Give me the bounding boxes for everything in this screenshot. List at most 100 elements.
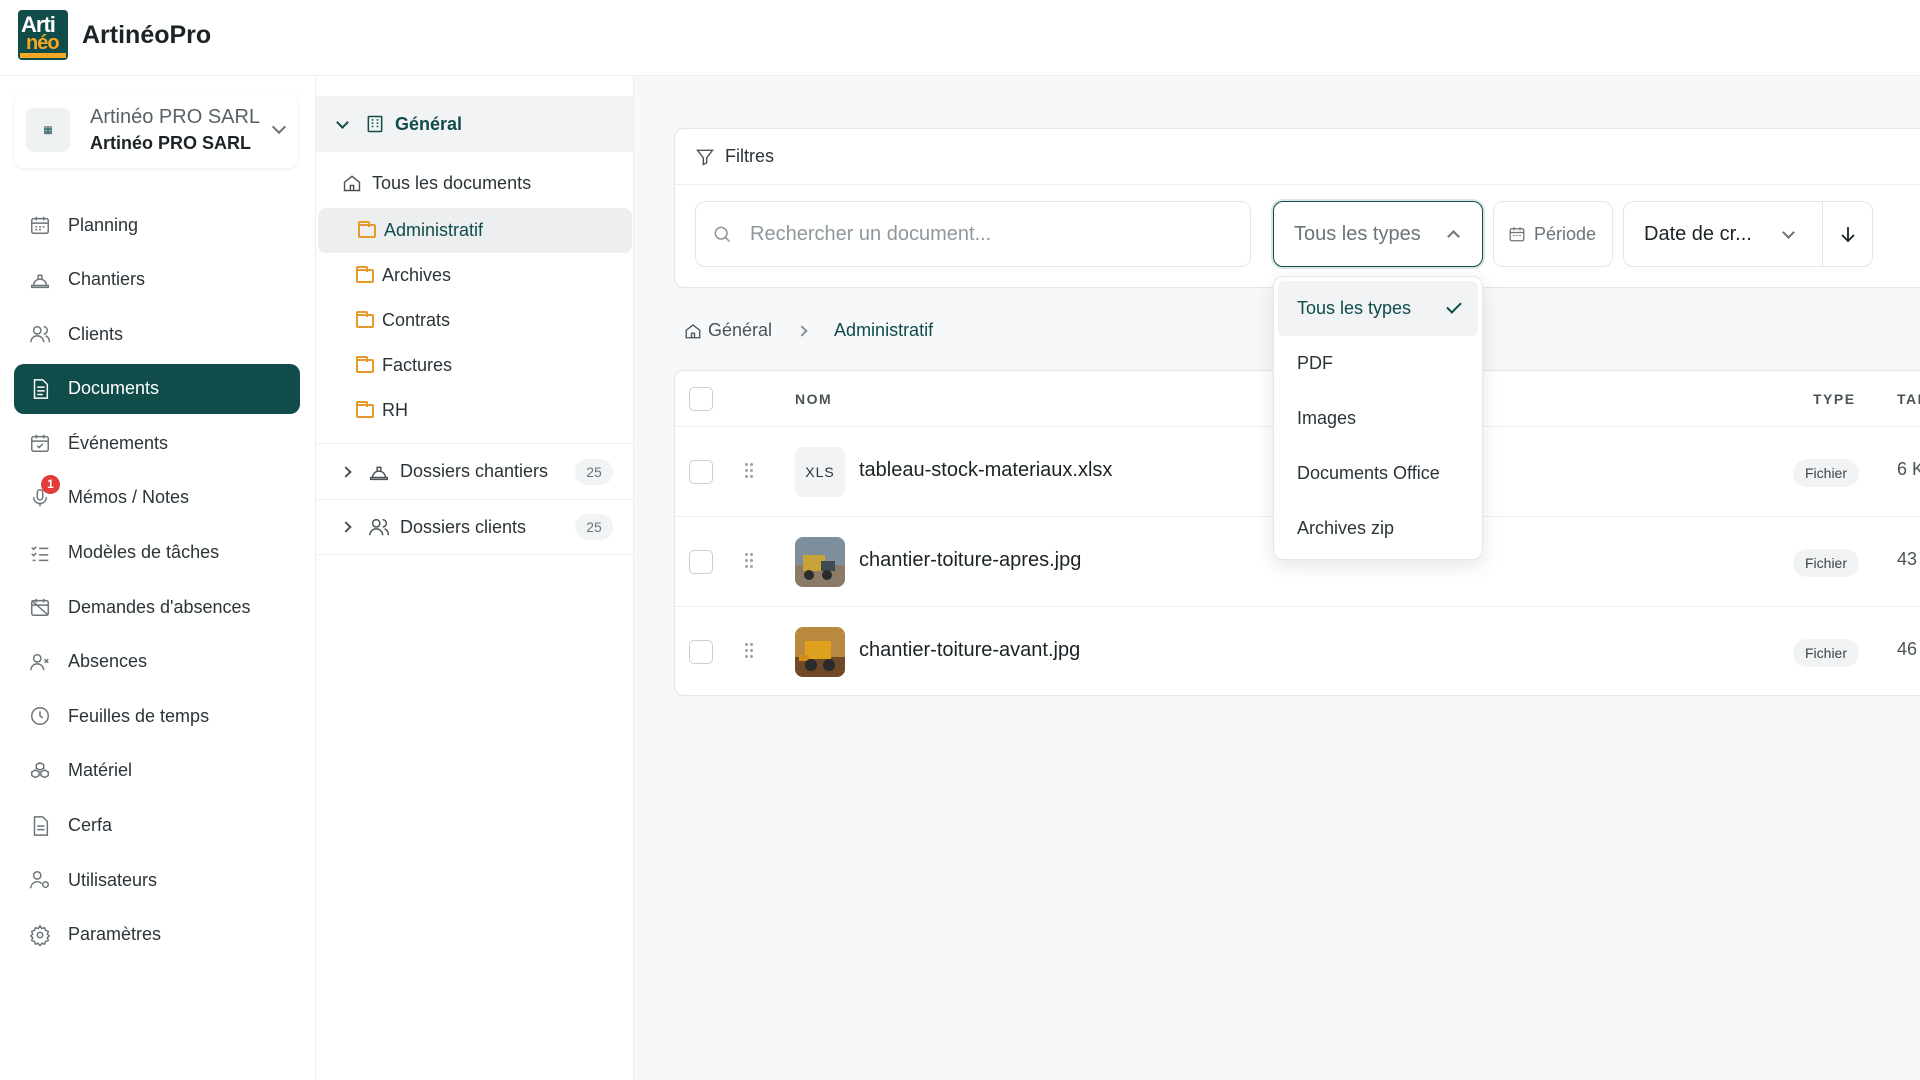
calendar-icon	[1509, 227, 1525, 242]
sidebar-item-label: Absences	[68, 651, 148, 672]
sidebar-item-label: Planning	[68, 214, 139, 235]
column-name[interactable]: NOM	[795, 391, 832, 407]
sidebar-item-absences[interactable]: Absences	[14, 637, 300, 687]
file-size: 46	[1897, 639, 1918, 659]
sidebar-item-label: Demandes d'absences	[68, 596, 251, 617]
company-switcher[interactable]: ▦ Artinéo PRO SARL Artinéo PRO SARL	[14, 92, 298, 168]
sidebar-item-memos[interactable]: 1 Mémos / Notes	[14, 473, 300, 523]
main-nav: Planning Chantiers Clients Documents Évé…	[14, 200, 300, 964]
folder-group-general[interactable]: Général	[316, 96, 633, 152]
chevron-down-icon	[1782, 226, 1795, 239]
sidebar-item-clients[interactable]: Clients	[14, 309, 300, 359]
image-thumbnail	[795, 537, 845, 587]
type-option-pdf[interactable]: PDF	[1278, 336, 1478, 391]
type-option-zip[interactable]: Archives zip	[1278, 501, 1478, 556]
period-label: Période	[1534, 223, 1597, 244]
type-select[interactable]: Tous les types	[1273, 201, 1483, 267]
sidebar-item-evenements[interactable]: Événements	[14, 418, 300, 468]
type-option-images[interactable]: Images	[1278, 391, 1478, 446]
file-name[interactable]: chantier-toiture-avant.jpg	[859, 639, 1080, 662]
checklist-icon	[28, 541, 52, 565]
folder-all-documents[interactable]: Tous les documents	[316, 158, 633, 208]
filters-header[interactable]: Filtres	[675, 129, 1920, 185]
drag-handle-icon[interactable]	[745, 643, 755, 659]
file-text-icon	[28, 814, 52, 838]
type-select-value: Tous les types	[1294, 222, 1421, 245]
home-icon	[685, 323, 701, 338]
option-label: Documents Office	[1297, 463, 1440, 483]
sidebar-item-utilisateurs[interactable]: Utilisateurs	[14, 855, 300, 905]
row-checkbox[interactable]	[689, 550, 713, 574]
calendar-off-icon	[28, 595, 52, 619]
users-icon	[28, 322, 52, 346]
sidebar-item-parametres[interactable]: Paramètres	[14, 910, 300, 960]
file-name[interactable]: tableau-stock-materiaux.xlsx	[859, 459, 1112, 482]
file-name[interactable]: chantier-toiture-apres.jpg	[859, 549, 1081, 572]
drag-handle-icon[interactable]	[745, 553, 755, 569]
folder-icon	[356, 310, 374, 328]
sidebar-item-documents[interactable]: Documents	[14, 363, 300, 414]
folder-group-label: Dossiers chantiers	[400, 461, 549, 481]
column-size[interactable]: TAI	[1897, 391, 1920, 407]
folder-group-label: Général	[395, 113, 463, 134]
folder-label: Administratif	[384, 220, 484, 240]
folder-group-chantiers[interactable]: Dossiers chantiers 25	[316, 443, 633, 499]
drag-handle-icon[interactable]	[745, 463, 755, 479]
folder-group-clients[interactable]: Dossiers clients 25	[316, 499, 633, 555]
user-settings-icon	[28, 868, 52, 892]
sidebar-item-label: Paramètres	[68, 924, 162, 945]
period-button[interactable]: Période	[1493, 201, 1613, 267]
type-badge: Fichier	[1793, 639, 1860, 667]
folder-factures[interactable]: Factures	[316, 343, 633, 388]
folder-label: Contrats	[382, 310, 451, 330]
search-input[interactable]	[750, 222, 1230, 246]
breadcrumb-current: Administratif	[834, 320, 934, 340]
users-icon	[369, 518, 390, 536]
row-checkbox[interactable]	[689, 460, 713, 484]
app-logo: Arti néo	[18, 10, 68, 60]
table-row[interactable]: chantier-toiture-avant.jpg Fichier 46	[675, 607, 1920, 697]
breadcrumb-root[interactable]: Général	[708, 320, 772, 341]
folder-contrats[interactable]: Contrats	[316, 298, 633, 343]
sort-select[interactable]: Date de cr...	[1623, 201, 1873, 267]
folder-icon	[356, 265, 374, 283]
brand[interactable]: Arti néo ArtinéoPro	[18, 10, 211, 60]
helmet-icon	[28, 268, 52, 292]
option-label: Archives zip	[1297, 518, 1395, 538]
home-icon	[343, 175, 361, 192]
folder-administratif[interactable]: Administratif	[318, 208, 632, 253]
folder-rh[interactable]: RH	[316, 388, 633, 433]
search-field[interactable]	[695, 201, 1251, 267]
sidebar-item-feuilles-temps[interactable]: Feuilles de temps	[14, 691, 300, 741]
folder-archives[interactable]: Archives	[316, 253, 633, 298]
sidebar-item-planning[interactable]: Planning	[14, 200, 300, 250]
sidebar-item-label: Utilisateurs	[68, 869, 158, 890]
type-option-all[interactable]: Tous les types	[1278, 281, 1478, 336]
sidebar-item-materiel[interactable]: Matériel	[14, 746, 300, 796]
folder-label: Tous les documents	[372, 172, 532, 193]
sort-direction-icon[interactable]	[1836, 222, 1860, 246]
sidebar-item-chantiers[interactable]: Chantiers	[14, 255, 300, 305]
sidebar-item-modeles-taches[interactable]: Modèles de tâches	[14, 528, 300, 578]
file-size: 43	[1897, 549, 1918, 569]
sidebar-item-cerfa[interactable]: Cerfa	[14, 801, 300, 851]
image-thumbnail	[795, 627, 845, 677]
type-option-office[interactable]: Documents Office	[1278, 446, 1478, 501]
filters-title: Filtres	[725, 146, 774, 166]
folder-icon	[356, 355, 374, 373]
calendar-check-icon	[28, 431, 52, 455]
company-name: Artinéo PRO SARL	[90, 106, 261, 128]
company-avatar: ▦	[26, 108, 70, 152]
app-name: ArtinéoPro	[82, 20, 212, 49]
row-checkbox[interactable]	[689, 640, 713, 664]
folder-icon	[358, 220, 376, 238]
file-type-thumbnail: XLS	[795, 447, 845, 497]
boxes-icon	[28, 759, 52, 783]
column-type[interactable]: TYPE	[1813, 391, 1856, 407]
type-badge: Fichier	[1793, 549, 1860, 577]
file-size: 6 K	[1897, 459, 1920, 479]
folder-panel: Général Tous les documents Administratif…	[316, 76, 634, 1080]
sidebar-item-demandes-absences[interactable]: Demandes d'absences	[14, 582, 300, 632]
select-all-checkbox[interactable]	[689, 387, 713, 411]
sidebar-item-label: Documents	[68, 378, 160, 399]
